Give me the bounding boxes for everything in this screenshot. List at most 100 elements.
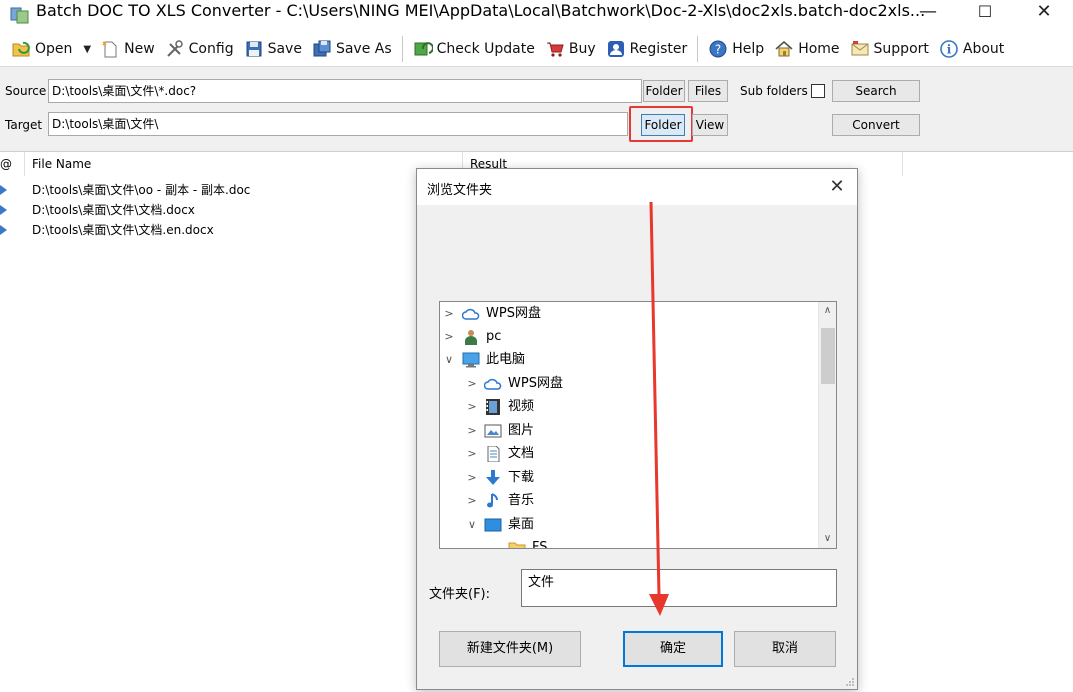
scroll-thumb[interactable]	[821, 328, 835, 384]
folder-tree: > WPS网盘 > pc ∨ 此电脑 > WPS网盘 > 视频 > 图片 > 文…	[439, 301, 837, 549]
expand-chevron-icon[interactable]: >	[466, 442, 478, 465]
tree-item-wps-cloud[interactable]: > WPS网盘	[440, 302, 818, 325]
file-name: D:\tools\桌面\文件\文档.en.docx	[32, 223, 214, 237]
tools-icon	[166, 40, 183, 57]
source-folder-button[interactable]: Folder	[643, 80, 685, 102]
file-name: D:\tools\桌面\文件\文档.docx	[32, 203, 195, 217]
expand-chevron-icon[interactable]: >	[466, 489, 478, 512]
scroll-down-icon[interactable]: ∨	[819, 530, 836, 547]
file-name: D:\tools\桌面\文件\oo - 副本 - 副本.doc	[32, 183, 251, 197]
list-item[interactable]: D:\tools\桌面\文件\文档.en.docx	[0, 220, 410, 240]
help-button[interactable]: ? Help	[703, 36, 769, 62]
dialog-title: 浏览文件夹	[427, 183, 493, 198]
resize-grip-icon[interactable]	[845, 677, 855, 687]
minimize-button[interactable]: —	[905, 0, 951, 22]
open-button[interactable]: Open	[6, 36, 77, 62]
tree-label: WPS网盘	[508, 376, 563, 391]
support-icon	[851, 41, 869, 56]
about-button[interactable]: i About	[934, 36, 1009, 62]
tree-item-this-pc[interactable]: ∨ 此电脑	[440, 348, 818, 371]
new-button[interactable]: New	[95, 36, 160, 62]
expand-chevron-icon[interactable]: >	[443, 325, 455, 348]
target-label: Target	[5, 118, 43, 132]
folder-field-input[interactable]: 文件	[521, 569, 837, 607]
toolbar-separator	[401, 36, 403, 62]
tree-label: 此电脑	[486, 352, 526, 367]
col-header-filename[interactable]: File Name	[32, 152, 91, 176]
save-button[interactable]: Save	[239, 36, 307, 62]
tree-item-pictures[interactable]: > 图片	[440, 419, 818, 442]
open-folder-icon	[12, 41, 30, 57]
buy-button[interactable]: Buy	[540, 36, 601, 62]
row-arrow-icon	[0, 185, 7, 195]
tree-item-fs[interactable]: FS	[440, 536, 818, 548]
tree-label: 视频	[508, 399, 535, 414]
svg-text:i: i	[947, 43, 952, 57]
register-label: Register	[629, 41, 688, 57]
tree-label: WPS网盘	[486, 306, 541, 321]
tree-item-videos[interactable]: > 视频	[440, 395, 818, 418]
subfolders-checkbox[interactable]	[811, 84, 825, 98]
close-button[interactable]: ✕	[1021, 0, 1067, 22]
desktop-icon	[484, 518, 502, 532]
video-icon	[486, 399, 500, 415]
source-label: Source	[5, 84, 47, 98]
register-button[interactable]: Register	[601, 36, 693, 62]
col-header-index[interactable]: @	[0, 152, 12, 176]
collapse-chevron-icon[interactable]: ∨	[466, 513, 478, 536]
expand-chevron-icon[interactable]: >	[466, 395, 478, 418]
about-info-icon: i	[940, 40, 958, 58]
cancel-button[interactable]: 取消	[734, 631, 836, 667]
config-button[interactable]: Config	[160, 36, 239, 62]
svg-text:?: ?	[715, 43, 721, 57]
tree-item-pc-user[interactable]: > pc	[440, 325, 818, 348]
home-button[interactable]: Home	[769, 36, 844, 62]
help-label: Help	[732, 41, 765, 57]
list-item[interactable]: D:\tools\桌面\文件\文档.docx	[0, 200, 410, 220]
tree-item-documents[interactable]: > 文档	[440, 442, 818, 465]
expand-chevron-icon[interactable]: >	[466, 466, 478, 489]
collapse-chevron-icon[interactable]: ∨	[443, 348, 455, 371]
convert-button[interactable]: Convert	[832, 114, 920, 136]
toolbar-separator	[697, 36, 699, 62]
maximize-button[interactable]: ☐	[962, 0, 1008, 22]
app-icon	[10, 7, 29, 24]
list-item[interactable]: D:\tools\桌面\文件\oo - 副本 - 副本.doc	[0, 180, 410, 200]
tree-item-wps-cloud-sub[interactable]: > WPS网盘	[440, 372, 818, 395]
tree-scrollbar[interactable]: ∧ ∨	[818, 302, 836, 548]
path-panel: Source D:\tools\桌面\文件\*.doc? Folder File…	[0, 66, 1073, 152]
source-files-button[interactable]: Files	[688, 80, 728, 102]
toolbar: Open ▼ New Config Save Save As Check Upd…	[0, 32, 1073, 66]
tree-item-music[interactable]: > 音乐	[440, 489, 818, 512]
search-button[interactable]: Search	[832, 80, 920, 102]
save-label: Save	[267, 41, 302, 57]
expand-chevron-icon[interactable]: >	[466, 419, 478, 442]
row-arrow-icon	[0, 205, 7, 215]
expand-chevron-icon[interactable]: >	[443, 302, 455, 325]
target-view-button[interactable]: View	[692, 114, 728, 136]
document-icon	[487, 446, 500, 462]
ok-button[interactable]: 确定	[623, 631, 723, 667]
check-update-button[interactable]: Check Update	[408, 36, 540, 62]
dialog-close-button[interactable]: ✕	[825, 175, 849, 199]
save-as-button[interactable]: Save As	[307, 36, 397, 62]
source-input[interactable]: D:\tools\桌面\文件\*.doc?	[48, 79, 642, 103]
expand-chevron-icon[interactable]: >	[466, 372, 478, 395]
support-button[interactable]: Support	[845, 36, 934, 62]
tree-item-downloads[interactable]: > 下载	[440, 466, 818, 489]
target-input[interactable]: D:\tools\桌面\文件\	[48, 112, 628, 136]
scroll-up-icon[interactable]: ∧	[819, 302, 836, 319]
cart-icon	[546, 42, 564, 57]
open-dropdown-icon[interactable]: ▼	[83, 44, 91, 55]
tree-item-desktop[interactable]: ∨ 桌面	[440, 513, 818, 536]
picture-icon	[484, 424, 502, 438]
dialog-title-bar: 浏览文件夹 ✕	[417, 169, 857, 205]
col-divider	[24, 152, 25, 176]
save-disk-icon	[246, 41, 262, 57]
title-bar: Batch DOC TO XLS Converter - C:\Users\NI…	[0, 0, 1073, 32]
cloud-icon	[484, 378, 502, 390]
new-label: New	[124, 41, 155, 57]
window-title: Batch DOC TO XLS Converter - C:\Users\NI…	[36, 1, 926, 20]
new-folder-button[interactable]: 新建文件夹(M)	[439, 631, 581, 667]
subfolders-label: Sub folders	[740, 84, 808, 98]
